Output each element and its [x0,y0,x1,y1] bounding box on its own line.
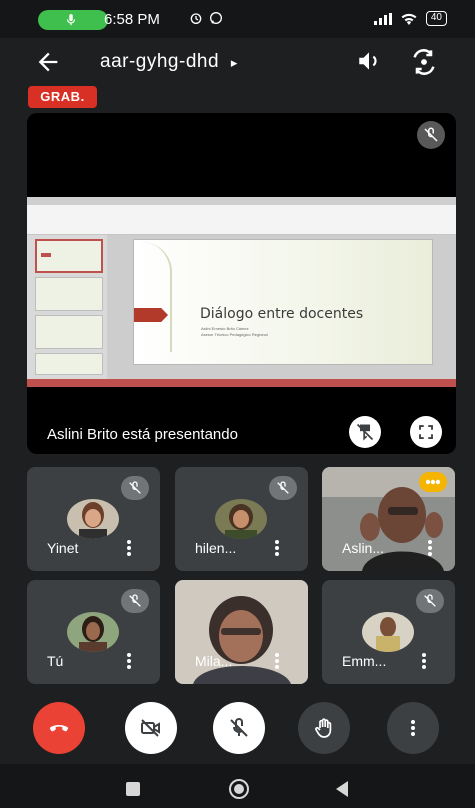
more-vert-icon[interactable] [421,652,427,670]
meeting-top-bar: aar-gyhg-dhd ▸ [0,38,475,86]
recents-button[interactable] [126,782,140,796]
back-button[interactable] [34,48,62,76]
presentation-tile[interactable]: Diálogo entre docentes Aslini Ernesto Br… [27,113,456,454]
ppt-status-bar [27,379,456,387]
slide-thumbnail [35,277,103,311]
presenting-label: Aslini Brito está presentando [47,426,238,443]
current-slide: Diálogo entre docentes Aslini Ernesto Br… [133,239,433,365]
switch-camera-icon [413,49,435,75]
participant-name: Yinet [47,540,79,556]
mic-off-icon [129,594,141,607]
mic-off-icon [424,594,436,607]
phone-hangup-icon [49,725,69,732]
present-off-icon [356,423,374,441]
slide-decoration [142,242,172,352]
participant-name: hilen... [195,540,237,556]
ongoing-call-pill[interactable] [38,10,108,30]
more-options-button[interactable] [387,702,439,754]
avatar [362,612,414,652]
slide-thumbnail [35,239,103,273]
slide-subtitle: Asesor Técnico Pedagógico Regional [201,332,268,337]
camera-toggle-button[interactable] [125,702,177,754]
participant-tile[interactable]: Mila... [175,580,308,684]
ppt-title-bar [27,197,456,205]
status-bar: 6:58 PM 40 [0,0,475,38]
mic-off-indicator [416,589,444,613]
avatar [215,499,267,539]
arrow-back-icon [38,52,58,72]
switch-camera-button[interactable] [410,48,440,76]
avatar-photo [67,499,119,539]
whatsapp-icon [210,12,223,24]
avatar-photo [362,612,414,652]
participant-tile[interactable]: Yinet [27,467,160,571]
mic-off-icon [277,481,289,494]
meeting-code-text: aar-gyhg-dhd [100,51,220,72]
participant-tile[interactable]: Emm... [322,580,455,684]
slide-title: Diálogo entre docentes [200,306,364,322]
alarm-icon [190,13,202,24]
participant-name: Aslin... [342,540,385,556]
avatar [67,499,119,539]
system-nav-bar [0,764,475,808]
speaking-indicator [419,472,447,492]
status-time: 6:58 PM [104,11,160,28]
more-vert-icon[interactable] [427,539,433,557]
hand-icon [315,718,332,738]
avatar-photo [215,499,267,539]
recording-badge: GRAB. [28,86,97,108]
slide-thumbnails [27,235,107,379]
participant-name: Emm... [342,653,387,669]
mic-icon [66,14,76,26]
microphone-toggle-button[interactable] [213,702,265,754]
mic-off-indicator [269,476,297,500]
participant-tile[interactable]: Tú [27,580,160,684]
mic-off-icon [424,127,438,142]
more-vert-icon [411,720,415,736]
slide-thumbnail [35,315,103,349]
fullscreen-button[interactable] [410,416,442,448]
ppt-ribbon [27,205,456,235]
stop-presenting-button[interactable] [349,416,381,448]
more-vert-icon[interactable] [274,539,280,557]
home-button[interactable] [229,779,249,799]
slide-thumbnail [35,353,103,375]
participant-tile[interactable]: hilen... [175,467,308,571]
mic-off-indicator [121,476,149,500]
audio-output-button[interactable] [356,48,384,76]
slide-arrow-shape [134,308,168,322]
call-controls [0,697,475,755]
participant-tile[interactable]: Aslin... [322,467,455,571]
fullscreen-icon [419,425,433,439]
mic-off-icon [230,718,248,737]
avatar-photo [67,612,119,652]
mic-off-icon [129,481,141,494]
meeting-code[interactable]: aar-gyhg-dhd ▸ [100,51,238,73]
slide-subtitle: Aslini Ernesto Brito Cámez [201,326,249,331]
raise-hand-button[interactable] [298,702,350,754]
nav-back-button[interactable] [336,781,348,797]
more-vert-icon[interactable] [126,652,132,670]
participant-name: Mila... [195,653,233,669]
end-call-button[interactable] [33,702,85,754]
more-vert-icon[interactable] [274,652,280,670]
volume-icon [359,52,377,70]
shared-screen: Diálogo entre docentes Aslini Ernesto Br… [27,197,456,387]
system-status: 40 [373,11,447,26]
audio-level-icon [425,479,441,485]
avatar [67,612,119,652]
signal-icon [373,12,392,25]
notification-icons [188,10,224,28]
more-vert-icon[interactable] [126,539,132,557]
wifi-icon [401,13,417,25]
participant-name: Tú [47,653,64,669]
presenter-mic-off [417,121,445,149]
battery-indicator: 40 [425,11,447,26]
slide-area: Diálogo entre docentes Aslini Ernesto Br… [107,235,456,379]
camera-off-icon [141,719,160,737]
chevron-right-icon: ▸ [230,55,238,70]
mic-off-indicator [121,589,149,613]
